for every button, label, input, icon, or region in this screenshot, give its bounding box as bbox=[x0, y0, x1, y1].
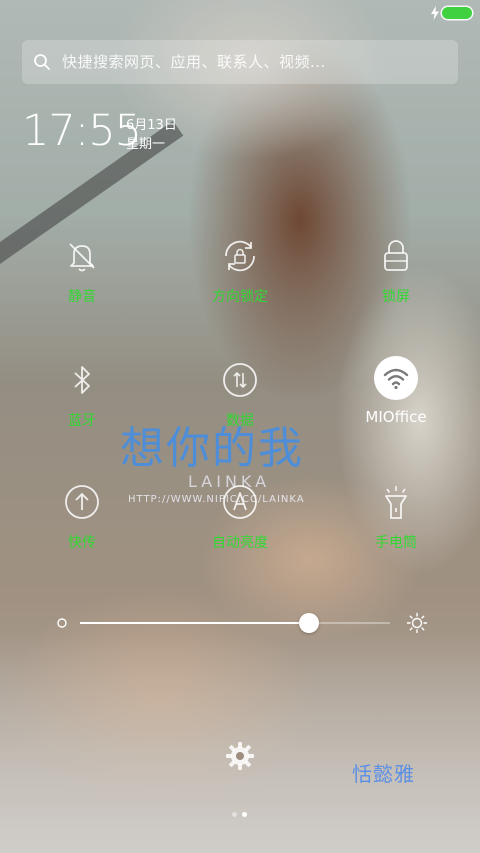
brightness-thumb[interactable] bbox=[299, 613, 320, 633]
battery-icon bbox=[442, 7, 472, 19]
toggle-label: 快传 bbox=[68, 535, 96, 551]
page-dot-2 bbox=[242, 812, 247, 817]
clock-date: 6月13日 bbox=[126, 118, 177, 133]
gear-icon[interactable] bbox=[224, 740, 256, 772]
clock-weekday: 星期一 bbox=[126, 137, 166, 152]
watermark-main-text: 想你的我 bbox=[120, 423, 304, 474]
silent-bell-icon bbox=[69, 243, 95, 272]
search-bar[interactable]: 快捷搜索网页、应用、联系人、视频... bbox=[22, 40, 458, 84]
search-icon bbox=[34, 54, 50, 70]
rotation-lock-icon bbox=[225, 240, 255, 272]
status-bar bbox=[0, 0, 480, 28]
toggle-quick-transfer[interactable]: 快传 bbox=[12, 482, 152, 572]
lock-icon bbox=[384, 240, 408, 271]
corner-logo: 恬懿雅 bbox=[352, 762, 415, 786]
charging-icon bbox=[431, 6, 439, 20]
page-indicator bbox=[230, 811, 250, 819]
toggle-auto-brightness[interactable]: 自动亮度 bbox=[170, 482, 310, 572]
toggle-label: 方向锁定 bbox=[212, 289, 268, 305]
toggle-label: 锁屏 bbox=[382, 289, 410, 305]
flashlight-icon bbox=[385, 486, 407, 519]
wifi-icon-circle bbox=[374, 356, 418, 400]
upload-icon bbox=[65, 485, 99, 519]
brightness-high-icon bbox=[406, 612, 428, 634]
mobile-data-icon bbox=[223, 363, 257, 397]
toggle-silent[interactable]: 静音 bbox=[12, 236, 152, 326]
brightness-fill bbox=[80, 622, 310, 624]
toggle-flashlight[interactable]: 手电筒 bbox=[326, 482, 466, 572]
toggle-rotation-lock[interactable]: 方向锁定 bbox=[170, 236, 310, 326]
toggle-label: 自动亮度 bbox=[212, 535, 268, 551]
clock-time: 17:55 bbox=[22, 106, 142, 156]
toggle-label: 静音 bbox=[68, 289, 96, 305]
toggle-label: 手电筒 bbox=[375, 535, 417, 551]
brightness-track[interactable] bbox=[80, 613, 390, 633]
clock-date-block: 6月13日 星期一 bbox=[126, 116, 177, 154]
toggle-lock-screen[interactable]: 锁屏 bbox=[326, 236, 466, 326]
brightness-slider[interactable] bbox=[56, 608, 428, 638]
brightness-low-icon bbox=[57, 618, 67, 628]
wifi-icon bbox=[383, 368, 409, 390]
auto-brightness-icon bbox=[223, 485, 257, 519]
search-input[interactable]: 快捷搜索网页、应用、联系人、视频... bbox=[62, 40, 326, 84]
bluetooth-icon bbox=[74, 366, 90, 394]
page-dot-1 bbox=[232, 812, 237, 817]
